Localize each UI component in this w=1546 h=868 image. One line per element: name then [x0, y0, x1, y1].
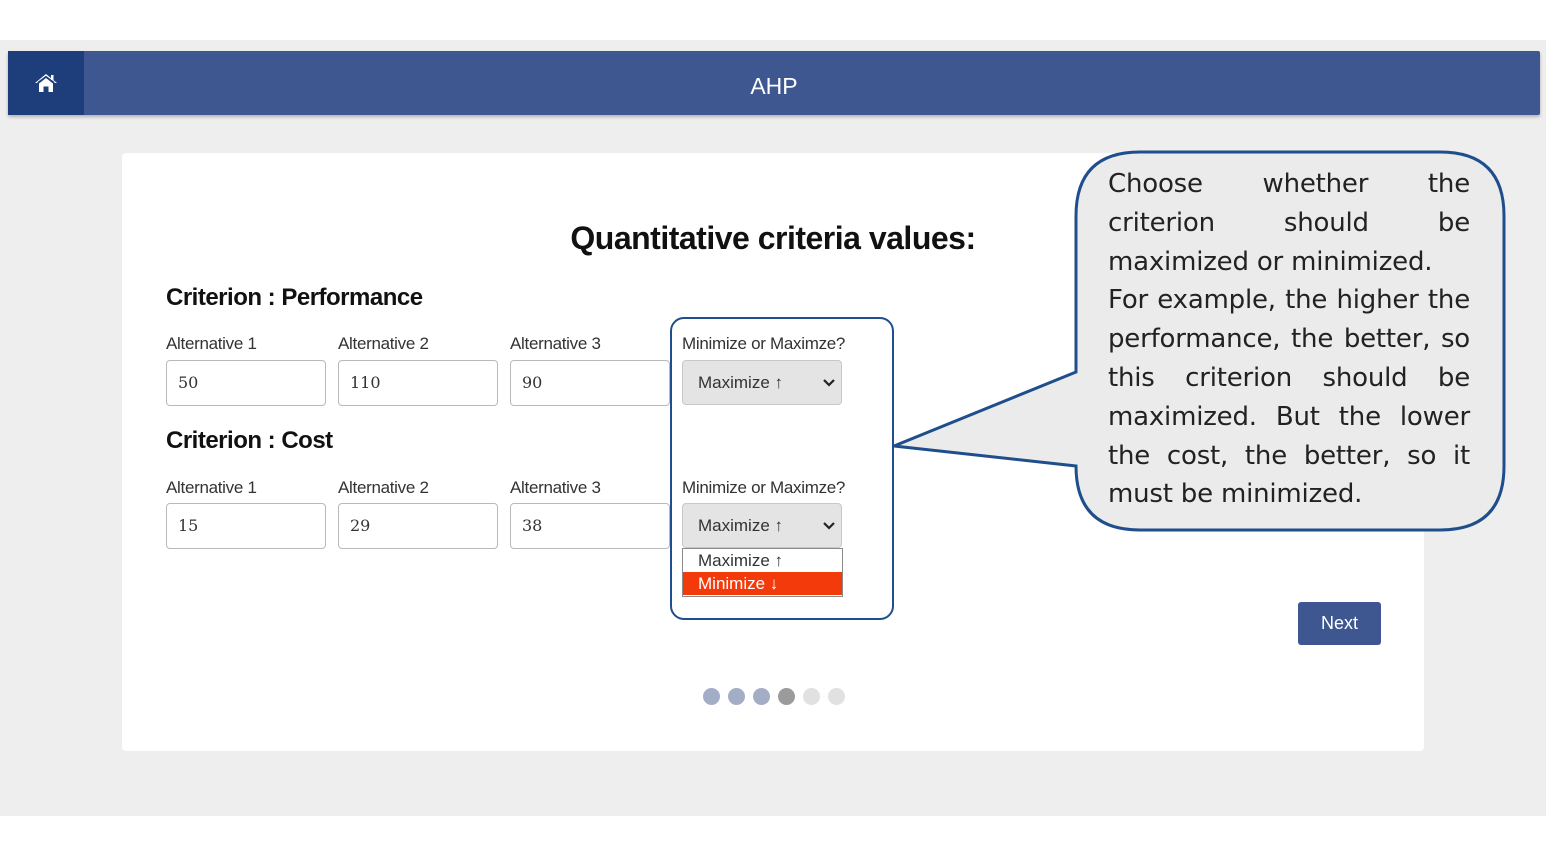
- alternative-label: Alternative 2: [338, 334, 429, 353]
- top-navbar: AHP: [8, 51, 1540, 115]
- alternative-value-input[interactable]: 38: [510, 503, 670, 549]
- alternative-value-input[interactable]: 110: [338, 360, 498, 406]
- callout-paragraph: For example, the higher the performance,…: [1108, 285, 1470, 510]
- alternative-value-input[interactable]: 90: [510, 360, 670, 406]
- step-indicator: [703, 688, 845, 705]
- step-dot: [828, 688, 845, 705]
- alternative-value-input[interactable]: 15: [166, 503, 326, 549]
- step-dot: [753, 688, 770, 705]
- alternative-label: Alternative 3: [510, 478, 601, 497]
- step-dot: [703, 688, 720, 705]
- next-button[interactable]: Next: [1298, 602, 1381, 645]
- highlight-outline: [670, 317, 894, 620]
- step-dot-current: [778, 688, 795, 705]
- criterion-title: Criterion : Cost: [166, 427, 333, 454]
- alternative-label: Alternative 3: [510, 334, 601, 353]
- alternative-value-input[interactable]: 50: [166, 360, 326, 406]
- alternative-label: Alternative 1: [166, 478, 257, 497]
- step-dot: [728, 688, 745, 705]
- criterion-title: Criterion : Performance: [166, 284, 423, 311]
- alternative-label: Alternative 1: [166, 334, 257, 353]
- app-title: AHP: [750, 73, 798, 99]
- step-dot: [803, 688, 820, 705]
- callout-text: Choose whether the criterion should be m…: [1108, 165, 1470, 514]
- alternative-value-input[interactable]: 29: [338, 503, 498, 549]
- alternative-label: Alternative 2: [338, 478, 429, 497]
- callout-paragraph: Choose whether the criterion should be m…: [1108, 169, 1470, 277]
